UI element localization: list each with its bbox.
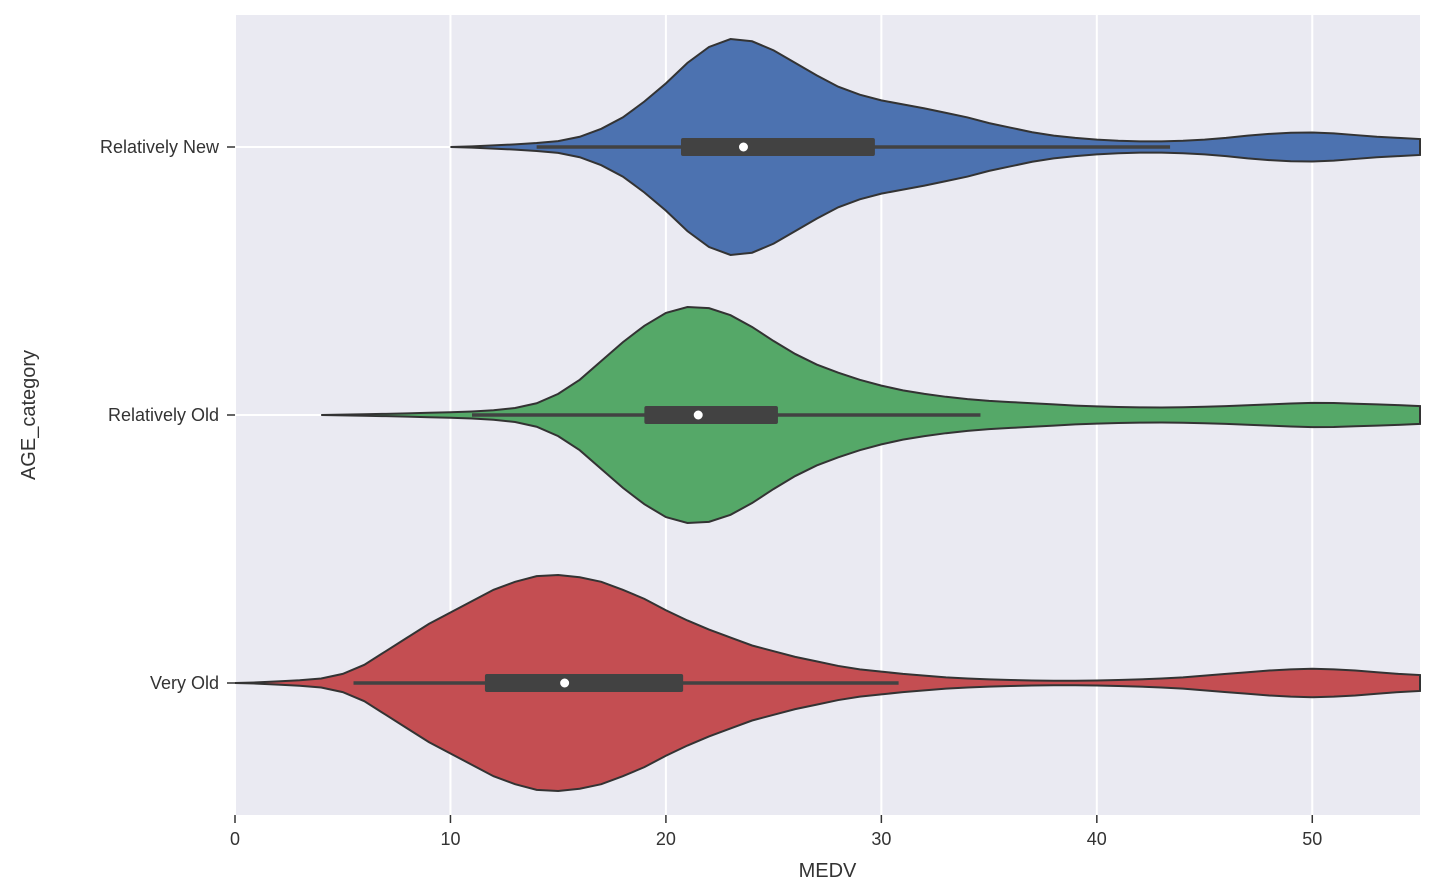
box — [644, 406, 778, 424]
median-dot — [561, 679, 569, 687]
median-dot — [694, 411, 702, 419]
x-tick-label: 20 — [656, 829, 676, 849]
x-axis-label: MEDV — [799, 860, 857, 882]
median-dot — [739, 143, 747, 151]
violin-chart: 0 10 20 30 40 50 Relatively New Relatively Old V… — [0, 0, 1429, 882]
x-tick-label: 10 — [440, 829, 460, 849]
y-axis-label: AGE_category — [18, 350, 40, 480]
category-label: Relatively New — [100, 137, 220, 157]
category-label: Very Old — [150, 673, 219, 693]
x-tick-label: 40 — [1087, 829, 1107, 849]
box — [485, 674, 683, 692]
x-tick-label: 30 — [871, 829, 891, 849]
box — [681, 138, 875, 156]
x-tick-label: 50 — [1302, 829, 1322, 849]
category-label: Relatively Old — [108, 405, 219, 425]
x-tick-label: 0 — [230, 829, 240, 849]
